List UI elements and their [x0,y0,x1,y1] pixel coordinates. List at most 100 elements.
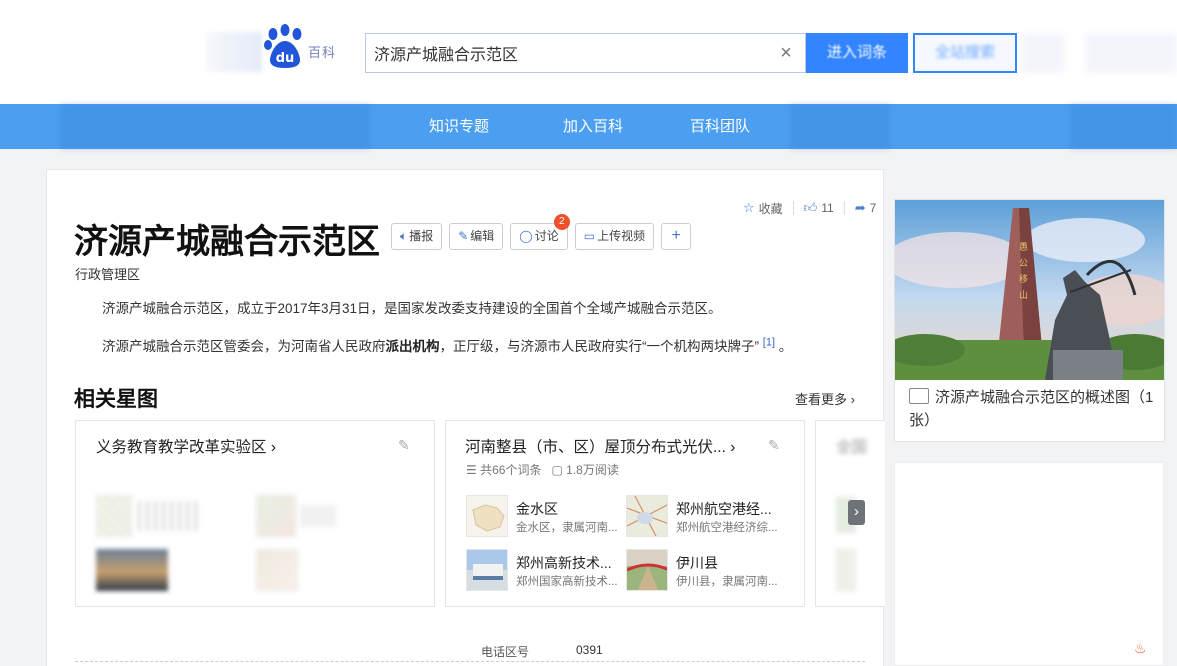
list-icon: ☰ [466,463,477,477]
blurred-text [300,505,336,527]
site-search-label: 全站搜索 [934,44,995,61]
basic-info-value: 0391 [576,643,603,657]
enter-entry-button[interactable]: 进入词条 [806,33,908,73]
search-clear-icon[interactable]: × [775,42,797,64]
next-arrow-button[interactable]: › [848,500,865,525]
chat-icon: ◯ [519,229,533,243]
read-count: 1.8万阅读 [566,463,619,477]
entry-name[interactable]: 郑州高新技术... [516,553,612,573]
chevron-right-icon: › [850,392,855,407]
pencil-icon[interactable]: ✎ [768,437,780,454]
share-icon[interactable]: ➦ [855,200,866,216]
pencil-icon: ✎ [458,229,469,243]
entry-thumbnail[interactable] [626,495,668,537]
star-card-title[interactable]: 全国 [836,435,867,457]
star-card-title[interactable]: 义务教育教学改革实验区 › [96,435,276,457]
entry-thumbnail[interactable] [96,495,132,537]
thumb-up-icon[interactable]: 👍︎ [804,200,818,216]
discuss-label: 讨论 [534,229,559,243]
entry-count: 共66个词条 [480,463,542,477]
dispatched-agency-link[interactable]: 派出机构 [386,339,440,354]
album-image: 愚 公 移 山 [895,200,1164,380]
like-count: 11 [821,201,834,215]
entry-description: 伊川县，隶属河南... [676,576,778,588]
star-icon[interactable]: ☆ [743,200,755,216]
svg-text:公: 公 [1019,258,1028,269]
entry-actions: ☆ 收藏 👍︎ 11 ➦ 7 [743,199,876,217]
entry-thumbnail[interactable] [466,495,508,537]
entry-thumbnail[interactable] [96,549,168,591]
add-button[interactable]: + [661,223,692,250]
entry-name[interactable]: 伊川县 [676,553,718,573]
reference-link[interactable]: [1] [763,337,775,349]
pencil-icon[interactable]: ✎ [398,437,410,454]
summary-paragraph-1: 济源产城融合示范区，成立于2017年3月31日，是国家发改委支持建设的全国首个全… [102,301,722,316]
summary-text: 济源产城融合示范区管委会，为河南省人民政府 [102,339,386,354]
chevron-right-icon: › [854,503,859,520]
collect-button[interactable]: 收藏 [759,200,783,217]
entry-description: 郑州航空港经济综... [676,522,778,534]
svg-text:愚: 愚 [1019,242,1028,253]
top-nav: 知识专题 加入百科 百科团队 [0,104,1177,149]
svg-text:移: 移 [1019,273,1028,285]
enter-entry-label: 进入词条 [826,44,887,61]
upload-video-button[interactable]: ▭ 上传视频 [574,223,655,250]
speaker-icon: 🔈︎ [400,229,408,243]
discuss-badge: 2 [553,214,570,230]
summary-text: 。 [778,339,793,354]
entry-thumbnail[interactable] [466,549,508,591]
baidu-paw-logo-icon: du [264,24,302,68]
star-card-title-text: 义务教育教学改革实验区 [96,439,267,456]
side-card [894,462,1164,666]
entry-category: 行政管理区 [75,267,141,282]
see-more-link[interactable]: 查看更多 › [795,389,855,408]
search-input[interactable] [366,34,766,72]
entry-description: 金水区，隶属河南... [516,522,618,534]
entry-toolbar: 🔈︎ 播报 ✎ 编辑 ◯ 讨论 2 ▭ 上传视频 + [391,214,698,250]
upload-video-label: 上传视频 [597,229,646,243]
video-icon: ▭ [583,229,596,243]
edit-button[interactable]: ✎ 编辑 [449,223,504,250]
album-caption-text: 济源产城融合示范区的概述图（1张） [909,389,1154,429]
entry-thumbnail[interactable] [836,549,856,591]
nav-item-team[interactable]: 百科团队 [690,104,750,149]
basic-info-label: 电话区号 [481,645,530,659]
entry-thumbnail[interactable] [256,549,298,591]
entry-name[interactable]: 郑州航空港经... [676,499,772,519]
flame-icon[interactable]: ♨ [1134,640,1148,656]
divider [75,661,865,662]
star-card-title[interactable]: 河南整县（市、区）屋顶分布式光伏... › [465,435,735,457]
logo-text: du [276,51,295,66]
chevron-right-icon: › [730,439,736,456]
picture-icon [909,388,929,404]
share-count: 7 [869,201,877,215]
nav-item-join[interactable]: 加入百科 [563,104,623,149]
edit-label: 编辑 [470,229,495,243]
entry-thumbnail[interactable] [626,549,668,591]
blurred-text [138,501,198,531]
see-more-label: 查看更多 [795,392,848,407]
nav-item-topics[interactable]: 知识专题 [429,104,489,149]
svg-text:山: 山 [1019,290,1028,301]
summary-album[interactable]: 愚 公 移 山 济源产城融合示范区的概述图（1张） [894,199,1165,442]
entry-thumbnail[interactable] [256,495,296,537]
summary-text: ，正厅级，与济源市人民政府实行“一个机构两块牌子” [439,339,760,354]
play-label: 播报 [409,229,434,243]
chevron-right-icon: › [270,439,276,456]
header-blur [1022,33,1064,73]
album-caption[interactable]: 济源产城融合示范区的概述图（1张） [909,386,1155,432]
site-search-button[interactable]: 全站搜索 [913,33,1017,73]
summary-paragraph-2: 济源产城融合示范区管委会，为河南省人民政府派出机构，正厅级，与济源市人民政府实行… [102,335,792,355]
page-title: 济源产城融合示范区 [74,222,380,262]
discuss-button[interactable]: ◯ 讨论 2 [510,214,570,250]
entry-name[interactable]: 金水区 [516,499,558,519]
play-button[interactable]: 🔈︎ 播报 [391,223,443,250]
header: du 百科 × 进入词条 全站搜索 [0,0,1177,104]
baidu-baike-logo[interactable]: du 百科 [206,24,350,74]
logo-tail-text: 百科 [308,46,337,61]
star-card-photovoltaic[interactable]: 河南整县（市、区）屋顶分布式光伏... › ✎ ☰ 共66个词条 ▢ 1.8万阅… [445,420,805,607]
search-box: × [365,33,806,73]
star-card-education[interactable]: 义务教育教学改革实验区 › ✎ [75,420,435,607]
book-icon: ▢ [551,463,563,477]
star-card-meta: ☰ 共66个词条 ▢ 1.8万阅读 [466,461,619,478]
